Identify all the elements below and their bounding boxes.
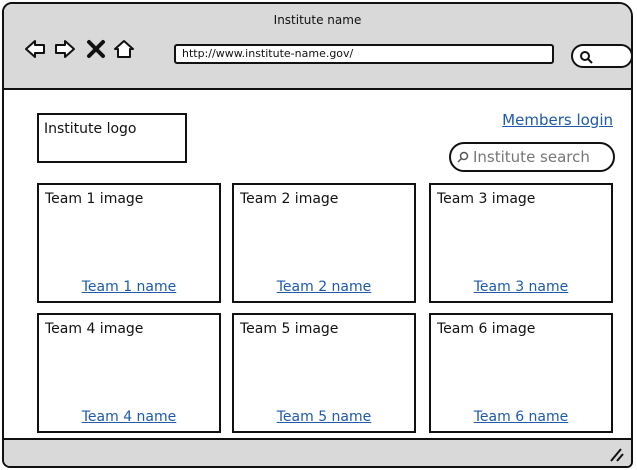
team-name-link[interactable]: Team 2 name <box>234 279 414 295</box>
team-name-link[interactable]: Team 3 name <box>431 279 611 295</box>
close-x-icon[interactable] <box>85 38 107 60</box>
institute-logo[interactable]: Institute logo <box>37 113 187 163</box>
window-title: Institute name <box>273 13 362 27</box>
team-image: Team 4 image <box>45 321 144 337</box>
home-icon[interactable] <box>113 38 135 60</box>
search-icon <box>457 151 469 163</box>
team-name-link[interactable]: Team 6 name <box>431 409 611 425</box>
back-arrow-icon[interactable] <box>24 38 46 60</box>
team-name-link[interactable]: Team 5 name <box>234 409 414 425</box>
browser-window: Institute name http://www.institute-name… <box>2 2 633 468</box>
team-image: Team 6 image <box>437 321 536 337</box>
search-icon <box>580 51 593 64</box>
page-content: Institute logo Members login Institute s… <box>4 90 631 442</box>
members-login-link[interactable]: Members login <box>502 111 613 129</box>
status-bar <box>4 438 631 466</box>
team-image: Team 2 image <box>240 191 339 207</box>
team-card-3[interactable]: Team 3 image Team 3 name <box>429 183 613 303</box>
search-placeholder: Institute search <box>473 148 590 166</box>
team-card-6[interactable]: Team 6 image Team 6 name <box>429 313 613 433</box>
team-name-link[interactable]: Team 1 name <box>39 279 219 295</box>
team-card-4[interactable]: Team 4 image Team 4 name <box>37 313 221 433</box>
team-image: Team 1 image <box>45 191 144 207</box>
team-image: Team 5 image <box>240 321 339 337</box>
team-card-5[interactable]: Team 5 image Team 5 name <box>232 313 416 433</box>
resize-grip-icon[interactable] <box>607 446 625 462</box>
toolbar-search-button[interactable] <box>571 44 631 68</box>
team-card-2[interactable]: Team 2 image Team 2 name <box>232 183 416 303</box>
team-name-link[interactable]: Team 4 name <box>39 409 219 425</box>
browser-toolbar: Institute name http://www.institute-name… <box>4 4 631 90</box>
team-card-1[interactable]: Team 1 image Team 1 name <box>37 183 221 303</box>
team-image: Team 3 image <box>437 191 536 207</box>
forward-arrow-icon[interactable] <box>54 38 76 60</box>
address-bar[interactable]: http://www.institute-name.gov/ <box>174 44 554 64</box>
institute-search-input[interactable]: Institute search <box>449 142 615 172</box>
